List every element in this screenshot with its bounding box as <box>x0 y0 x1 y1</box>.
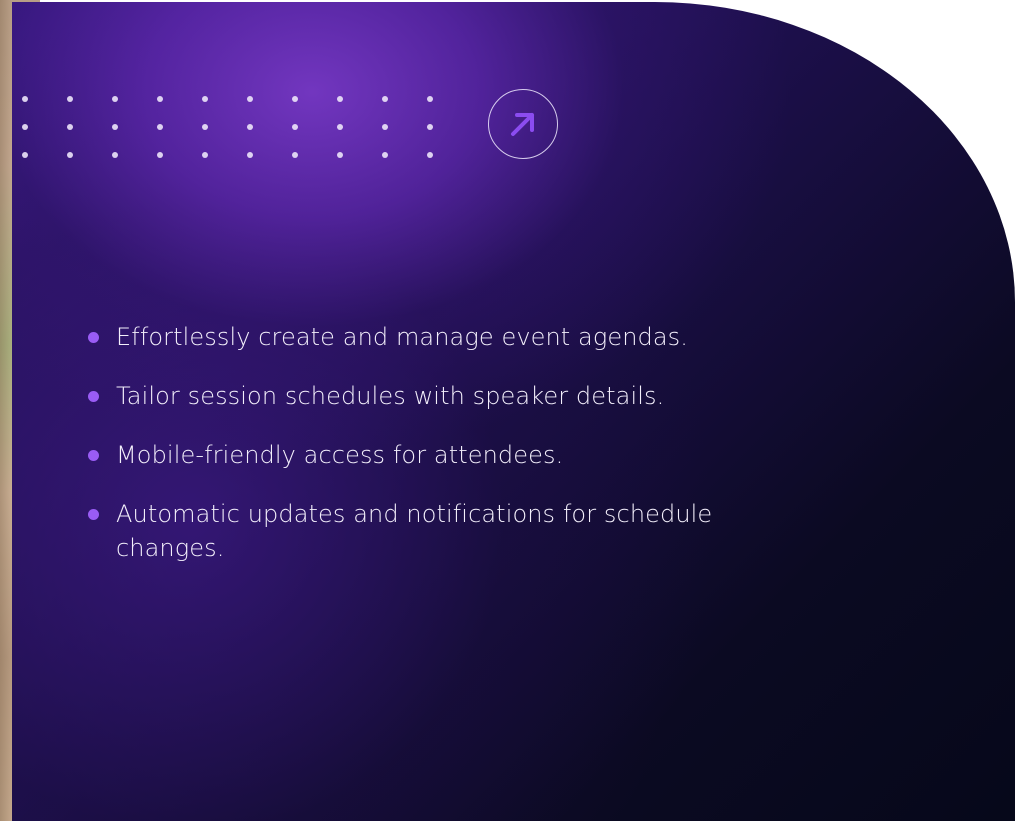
feature-list: Effortlessly create and manage event age… <box>88 320 848 590</box>
dot <box>247 152 253 158</box>
dot <box>382 152 388 158</box>
dot <box>67 96 73 102</box>
dot <box>67 124 73 130</box>
feature-text: Automatic updates and notifications for … <box>116 500 713 562</box>
dot <box>247 124 253 130</box>
feature-text: Effortlessly create and manage event age… <box>116 323 689 351</box>
arrow-up-right-icon <box>511 113 534 136</box>
feature-item: Automatic updates and notifications for … <box>88 497 736 565</box>
dot <box>247 96 253 102</box>
bullet-dot <box>88 391 99 402</box>
feature-text: Mobile-friendly access for attendees. <box>116 441 564 469</box>
dot <box>67 152 73 158</box>
dot <box>337 96 343 102</box>
dot <box>382 96 388 102</box>
dot <box>22 124 28 130</box>
dot <box>112 124 118 130</box>
dot <box>427 96 433 102</box>
dot <box>112 152 118 158</box>
dot <box>427 152 433 158</box>
dot <box>292 124 298 130</box>
dot-pattern <box>22 96 442 166</box>
feature-item: Mobile-friendly access for attendees. <box>88 438 848 472</box>
arrow-link-button[interactable] <box>488 89 558 159</box>
dot <box>292 96 298 102</box>
bullet-dot <box>88 450 99 461</box>
dot <box>427 124 433 130</box>
feature-item: Effortlessly create and manage event age… <box>88 320 848 354</box>
dot <box>337 152 343 158</box>
bullet-dot <box>88 509 99 520</box>
dot <box>22 152 28 158</box>
photo-shadow <box>0 0 12 821</box>
feature-item: Tailor session schedules with speaker de… <box>88 379 848 413</box>
dot <box>292 152 298 158</box>
dot <box>202 124 208 130</box>
bullet-dot <box>88 332 99 343</box>
dot <box>202 152 208 158</box>
dot <box>337 124 343 130</box>
dot <box>22 96 28 102</box>
dot <box>112 96 118 102</box>
dot <box>157 152 163 158</box>
feature-section: Effortlessly create and manage event age… <box>0 0 1015 821</box>
dot <box>382 124 388 130</box>
feature-text: Tailor session schedules with speaker de… <box>116 382 665 410</box>
feature-panel: Effortlessly create and manage event age… <box>12 2 1015 821</box>
dot <box>202 96 208 102</box>
dot <box>157 96 163 102</box>
dot <box>157 124 163 130</box>
